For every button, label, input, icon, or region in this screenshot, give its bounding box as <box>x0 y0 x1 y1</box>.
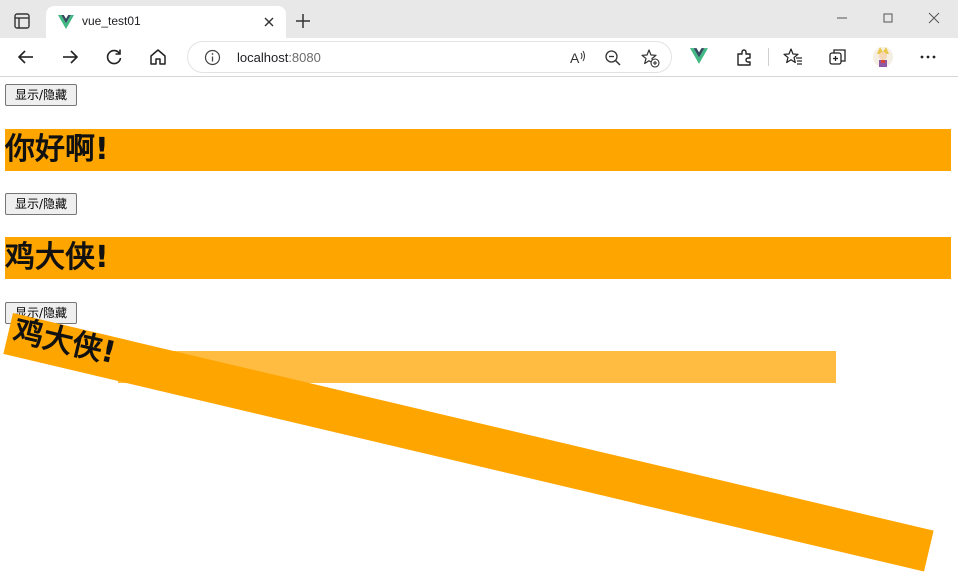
address-bar[interactable]: localhost:8080 A <box>187 41 672 73</box>
minimize-icon[interactable] <box>834 10 850 26</box>
window-close-icon[interactable] <box>926 10 942 26</box>
zoom-out-icon[interactable] <box>604 49 622 67</box>
url-host: localhost <box>237 50 289 65</box>
add-favorite-icon[interactable] <box>640 48 660 68</box>
url-text[interactable]: localhost:8080 <box>237 50 321 65</box>
favorites-icon[interactable] <box>783 47 803 67</box>
home-icon[interactable] <box>148 47 168 67</box>
more-icon[interactable] <box>918 47 938 67</box>
svg-text:A: A <box>570 50 580 66</box>
back-arrow-icon[interactable] <box>16 47 36 67</box>
toggle-button-1[interactable]: 显示/隐藏 <box>5 84 77 106</box>
sidebar-icon[interactable] <box>13 12 31 30</box>
hello-heading: 你好啊! <box>5 129 951 171</box>
profile-avatar[interactable] <box>872 45 894 69</box>
vue-devtools-icon[interactable] <box>690 48 708 64</box>
url-port: :8080 <box>288 50 321 65</box>
browser-tab[interactable]: vue_test01 <box>46 6 286 38</box>
forward-arrow-icon[interactable] <box>60 47 80 67</box>
close-icon[interactable] <box>262 15 276 29</box>
toggle-button-2[interactable]: 显示/隐藏 <box>5 193 77 215</box>
page-content: 显示/隐藏 你好啊! 显示/隐藏 鸡大侠! 显示/隐藏 鸡大侠! <box>0 77 958 582</box>
maximize-icon[interactable] <box>880 10 896 26</box>
info-icon[interactable] <box>204 49 221 66</box>
plus-icon[interactable] <box>294 12 312 30</box>
refresh-icon[interactable] <box>104 47 124 67</box>
collections-icon[interactable] <box>828 47 848 67</box>
tab-title: vue_test01 <box>82 14 141 28</box>
toolbar-separator <box>768 48 769 66</box>
tab-strip: vue_test01 <box>0 0 958 38</box>
extensions-icon[interactable] <box>734 47 754 67</box>
read-aloud-icon[interactable]: A <box>568 48 588 68</box>
vue-favicon-icon <box>58 15 74 29</box>
browser-toolbar: localhost:8080 A <box>0 38 958 77</box>
hero-heading: 鸡大侠! <box>5 237 951 279</box>
